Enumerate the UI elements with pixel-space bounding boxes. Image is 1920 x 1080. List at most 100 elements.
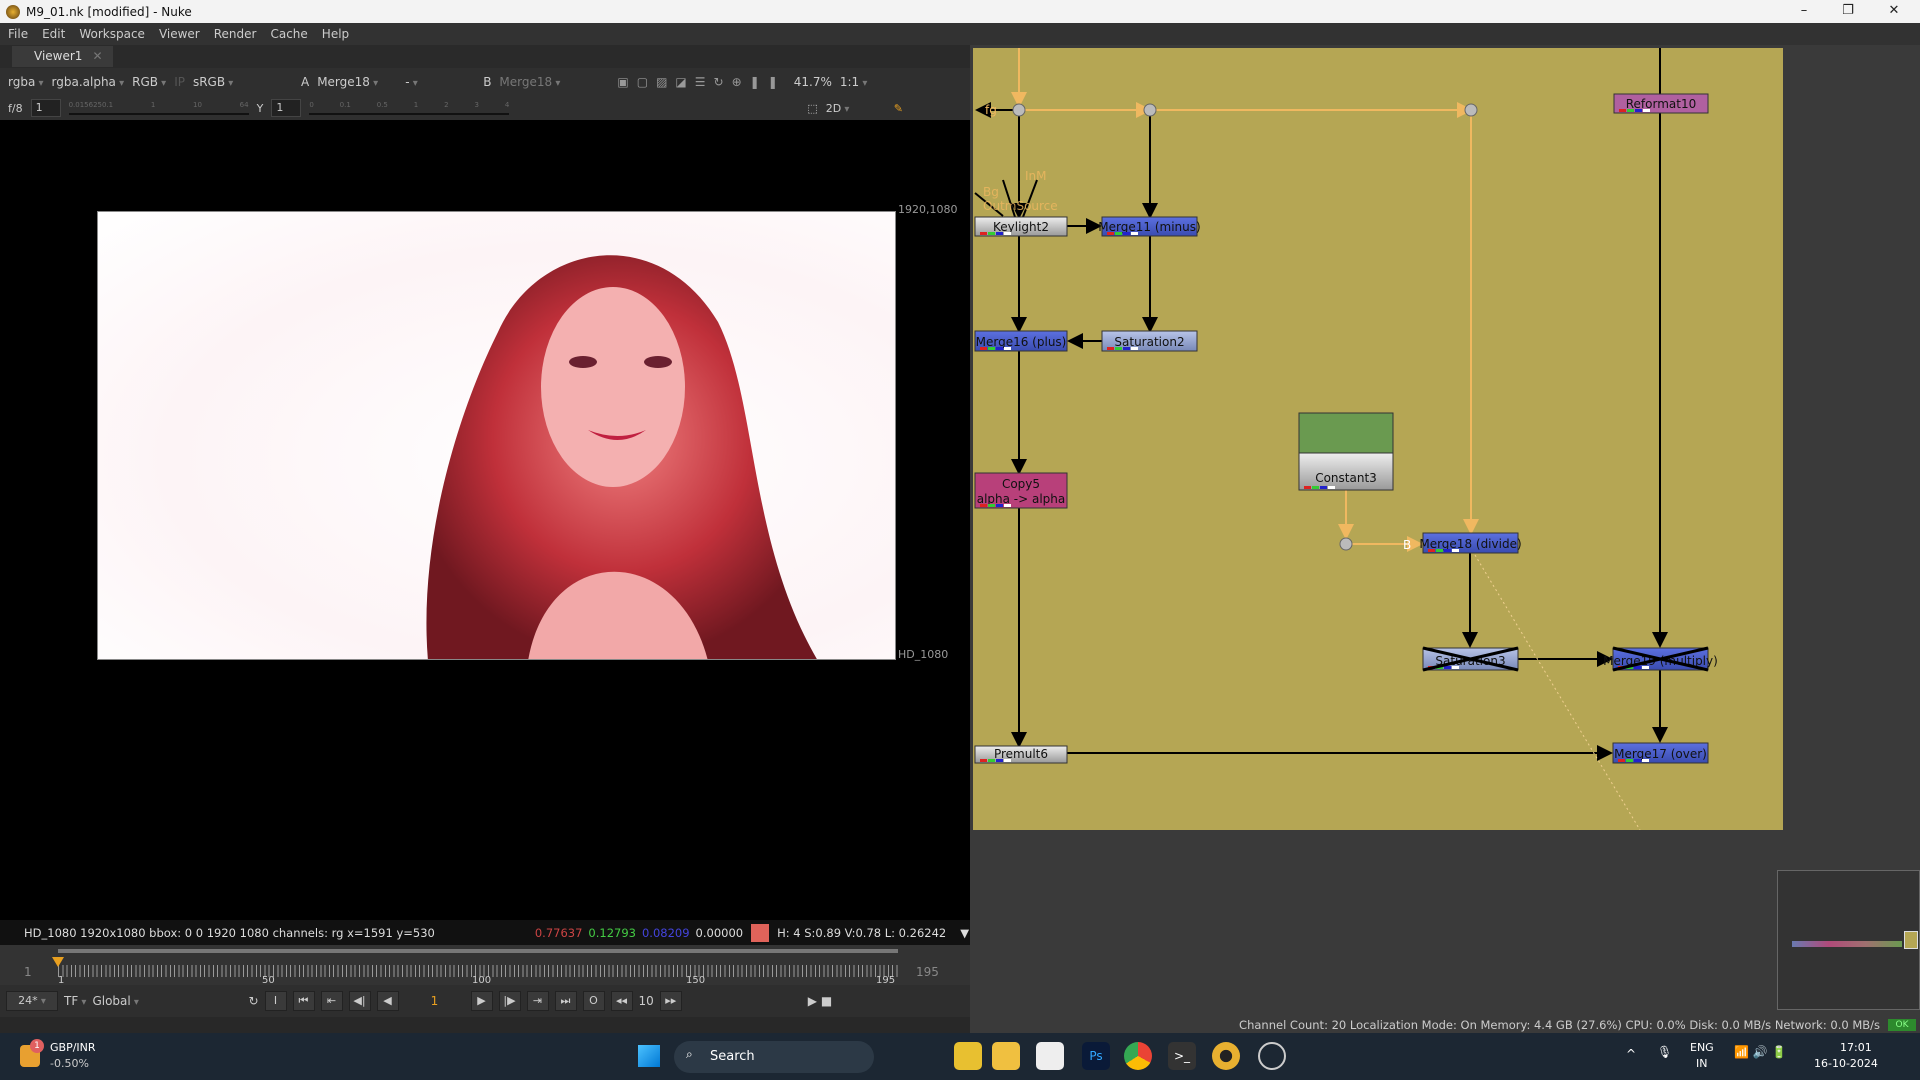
clock-time[interactable]: 17:01 xyxy=(1840,1041,1872,1054)
tf-dropdown[interactable]: TF xyxy=(64,994,86,1008)
out-point-button[interactable]: O xyxy=(582,991,605,1011)
last-frame-button[interactable]: ⏭ xyxy=(554,991,577,1011)
lut-dropdown[interactable]: sRGB xyxy=(193,75,253,89)
next-frame-button[interactable]: |▶ xyxy=(498,991,521,1011)
alpha-dropdown[interactable]: rgba.alpha xyxy=(52,75,125,89)
zoom-value[interactable]: 41.7% xyxy=(794,75,832,89)
timeline[interactable]: 1 1 50 100 150 195 195 xyxy=(0,945,970,986)
fps-dropdown[interactable]: 24* xyxy=(6,991,58,1011)
playhead[interactable] xyxy=(52,957,64,967)
dot-node[interactable] xyxy=(1143,103,1157,117)
compare-mode-dropdown[interactable]: - xyxy=(405,75,475,89)
viewer-toolbar-2: f/8 1 0.0156250.1 1 10 64 Y 1 0 0.1 0.5 1 2 3 4 ⬚… xyxy=(0,96,970,120)
node-premult6[interactable]: Premult6 xyxy=(974,745,1068,764)
node-saturation3[interactable]: Saturation3 xyxy=(1422,646,1519,672)
nuke-taskbar-icon[interactable] xyxy=(1212,1042,1240,1070)
node-saturation2[interactable]: Saturation2 xyxy=(1101,330,1198,352)
minimize-button[interactable]: – xyxy=(1782,0,1826,23)
step-forward-button[interactable]: ▸▸ xyxy=(659,991,682,1011)
step-back-button[interactable]: ◂◂ xyxy=(610,991,633,1011)
viewer-tab-bar: Viewer1 ✕ xyxy=(0,45,970,68)
info-dropdown-icon[interactable]: ▼ xyxy=(960,926,969,940)
green-value: 0.12793 xyxy=(588,925,636,940)
widget-title[interactable]: GBP/INR xyxy=(50,1041,96,1054)
prev-frame-button[interactable]: ◀| xyxy=(348,991,371,1011)
flipbook-icon[interactable]: ▶ ■ xyxy=(808,994,832,1008)
node-copy5[interactable]: Copy5alpha -> alpha xyxy=(974,472,1068,509)
paint-icon[interactable]: ✎ xyxy=(894,102,903,115)
maximize-button[interactable]: ❐ xyxy=(1826,0,1870,23)
photoshop-icon[interactable]: Ps xyxy=(1082,1042,1110,1070)
next-keyframe-button[interactable]: ⇥ xyxy=(526,991,549,1011)
start-icon[interactable] xyxy=(638,1045,660,1067)
node-merge11[interactable]: Merge11 (minus) xyxy=(1098,216,1201,237)
gain-input[interactable]: 1 xyxy=(30,99,61,117)
node-merge17[interactable]: Merge17 (over) xyxy=(1612,742,1709,764)
clock-date[interactable]: 16-10-2024 xyxy=(1814,1057,1878,1070)
menu-edit[interactable]: Edit xyxy=(42,27,65,41)
menu-workspace[interactable]: Workspace xyxy=(79,27,145,41)
viewer-tool-icons[interactable]: ▣▢▨◪☰↻⊕❚❚ xyxy=(617,75,785,89)
first-frame-button[interactable]: ⏮ xyxy=(292,991,315,1011)
menu-help[interactable]: Help xyxy=(322,27,349,41)
gamma-input[interactable]: 1 xyxy=(271,99,302,117)
dot-node[interactable] xyxy=(1339,537,1353,551)
chrome-icon[interactable] xyxy=(1124,1042,1152,1070)
search-box[interactable]: Search xyxy=(674,1041,874,1073)
a-input-dropdown[interactable]: Merge18 xyxy=(317,75,397,89)
input-label-source: OutmSource xyxy=(983,199,1058,213)
node-label: Premult6 xyxy=(994,747,1048,761)
loop-icon[interactable]: ↻ xyxy=(248,994,258,1008)
minimap-viewport[interactable] xyxy=(1904,931,1918,949)
obs-icon[interactable] xyxy=(1258,1042,1286,1070)
menu-render[interactable]: Render xyxy=(214,27,257,41)
display-dropdown[interactable]: RGB xyxy=(132,75,166,89)
ip-button[interactable]: IP xyxy=(174,75,185,89)
input-label-b: B xyxy=(1403,538,1411,552)
store-icon[interactable] xyxy=(1036,1042,1064,1070)
fstop-label[interactable]: f/8 xyxy=(8,102,23,115)
view-mode-dropdown[interactable]: 2D xyxy=(826,102,886,115)
scope-dropdown[interactable]: Global xyxy=(92,994,152,1008)
timeline-range-bar[interactable] xyxy=(58,949,898,953)
prev-keyframe-button[interactable]: ⇤ xyxy=(320,991,343,1011)
red-value: 0.77637 xyxy=(534,925,583,940)
dot-node[interactable] xyxy=(1012,103,1026,117)
menu-viewer[interactable]: Viewer xyxy=(159,27,200,41)
node-graph-minimap[interactable] xyxy=(1777,870,1920,1010)
menu-cache[interactable]: Cache xyxy=(270,27,307,41)
step-increment[interactable]: 10 xyxy=(639,994,654,1008)
language-2[interactable]: IN xyxy=(1696,1057,1707,1070)
file-explorer-icon[interactable] xyxy=(992,1042,1020,1070)
channels-dropdown[interactable]: rgba xyxy=(8,75,44,89)
tray-chevron-icon[interactable]: ^ xyxy=(1626,1047,1636,1061)
wifi-volume-battery-icons[interactable]: 📶 🔊 🔋 xyxy=(1734,1045,1786,1059)
gamma-slider[interactable]: 0 0.1 0.5 1 2 3 4 xyxy=(309,101,510,115)
menu-file[interactable]: File xyxy=(8,27,28,41)
terminal-icon[interactable]: >_ xyxy=(1168,1042,1196,1070)
node-graph-backdrop[interactable]: fg Bg InM OutmSource B Keylight2 Merge11 … xyxy=(973,48,1783,830)
node-constant3[interactable]: Constant3 xyxy=(1298,412,1394,491)
in-point-button[interactable]: I xyxy=(264,991,287,1011)
dot-node[interactable] xyxy=(1464,103,1478,117)
close-button[interactable]: ✕ xyxy=(1872,0,1916,23)
copilot-icon[interactable] xyxy=(954,1042,982,1070)
ratio-dropdown[interactable]: 1:1 xyxy=(840,75,868,89)
node-reformat10[interactable]: Reformat10 xyxy=(1613,93,1709,114)
roi-icon[interactable]: ⬚ xyxy=(807,102,817,115)
language-1[interactable]: ENG xyxy=(1690,1041,1714,1054)
close-tab-icon[interactable]: ✕ xyxy=(92,49,102,63)
play-backward-button[interactable]: ◀ xyxy=(376,991,399,1011)
gain-slider[interactable]: 0.0156250.1 1 10 64 xyxy=(68,101,249,115)
play-forward-button[interactable]: ▶ xyxy=(470,991,493,1011)
blue-value: 0.08209 xyxy=(641,925,690,940)
node-keylight2[interactable]: Keylight2 xyxy=(974,216,1068,237)
b-input-dropdown[interactable]: Merge18 xyxy=(499,75,579,89)
node-merge16[interactable]: Merge16 (plus) xyxy=(974,330,1068,352)
node-merge18[interactable]: Merge18 (divide) xyxy=(1419,532,1522,554)
node-graph-svg: fg Bg InM OutmSource B Keylight2 Merge11 … xyxy=(974,48,1718,830)
microphone-icon[interactable]: 🎙 xyxy=(1657,1045,1672,1059)
tab-viewer1[interactable]: Viewer1 ✕ xyxy=(12,46,113,67)
current-frame-input[interactable]: 1 xyxy=(405,994,465,1008)
node-merge19[interactable]: Merge19 (multiply) xyxy=(1603,646,1718,672)
